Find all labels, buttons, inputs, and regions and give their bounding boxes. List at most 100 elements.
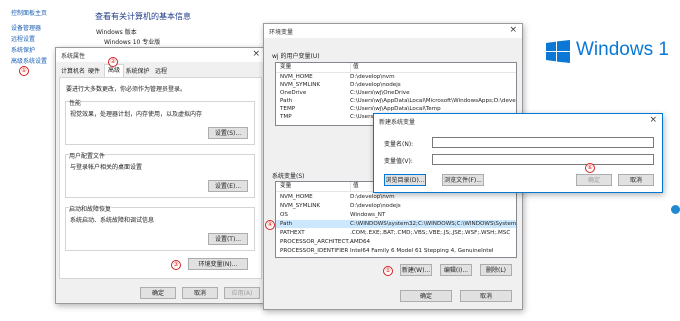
cell-value: D:\develop\nodejs	[350, 203, 401, 209]
user-table-header: 变量 值	[276, 63, 516, 73]
cell-value: C:\Users\wj\OneDrive	[350, 90, 410, 96]
table-row[interactable]: NVM_SYMLINK D:\develop\nodejs	[276, 81, 516, 89]
column-value: 值	[350, 182, 359, 191]
env-ok-button[interactable]: 确定	[400, 290, 452, 302]
newvar-cancel-button[interactable]: 取消	[618, 174, 654, 186]
control-panel-left-nav: 控制面板主页 设备管理器 远程设置 系统保护 高级系统设置 ①	[0, 0, 60, 321]
startup-title: 启动和故障恢复	[69, 204, 112, 213]
windows-logo: Windows 1	[540, 37, 680, 67]
column-variable: 变量	[280, 64, 292, 70]
cell-variable: NVM_SYMLINK	[280, 203, 321, 209]
variable-name-input[interactable]	[432, 137, 654, 148]
cell-variable: PATHEXT	[280, 230, 305, 236]
cell-value: C:\WINDOWS\system32;C:\WINDOWS;C:\WINDOW…	[350, 221, 517, 227]
system-properties-dialog: 系统属性 × 计算机名 硬件 高级 系统保护 远程 ② 要进行大多数更改，你必须…	[55, 47, 266, 304]
table-row-selected[interactable]: Path C:\WINDOWS\system32;C:\WINDOWS;C:\WI…	[276, 220, 516, 228]
browse-file-button[interactable]: 浏览文件(F)...	[442, 174, 484, 186]
table-row[interactable]: OneDrive C:\Users\wj\OneDrive	[276, 89, 516, 97]
system-variables-label: 系统变量(S)	[272, 173, 305, 180]
cell-variable: PROCESSOR_IDENTIFIER	[280, 248, 349, 254]
nav-link-protection[interactable]: 系统保护	[11, 45, 35, 54]
marker-1: ①	[19, 66, 29, 76]
performance-desc: 视觉效果，处理器计划，内存使用，以及虚拟内存	[70, 111, 203, 118]
newvar-ok-button[interactable]: 确定	[576, 174, 612, 186]
variable-name-label: 变量名(N):	[384, 141, 414, 148]
nav-link-home[interactable]: 控制面板主页	[11, 8, 47, 17]
tab-system-protection[interactable]: 系统保护	[124, 66, 151, 77]
table-row[interactable]: PROCESSOR_IDENTIFIER Intel64 Family 6 Mod…	[276, 247, 516, 255]
sysprop-ok-button[interactable]: 确定	[140, 287, 176, 299]
cell-variable: PROCESSOR_ARCHITECT...	[280, 239, 354, 245]
windows-flag-icon	[546, 40, 570, 63]
tab-hardware[interactable]: 硬件	[86, 66, 102, 77]
sysprop-apply-button[interactable]: 应用(A)	[224, 287, 260, 299]
cell-variable: TMP	[280, 114, 292, 120]
close-icon[interactable]: ×	[509, 25, 517, 35]
variable-value-input[interactable]	[432, 154, 654, 165]
nav-link-remote[interactable]: 远程设置	[11, 34, 35, 43]
env-cancel-button[interactable]: 取消	[460, 290, 512, 302]
cell-value: D:\develop\nodejs	[350, 82, 401, 88]
sysprop-cancel-button[interactable]: 取消	[182, 287, 218, 299]
tab-panel: 要进行大多数更改，你必须作为管理员登录。 性能 视觉效果，处理器计划，内存使用，…	[59, 77, 262, 279]
cell-value: AMD64	[350, 239, 371, 245]
cell-value: Windows_NT	[350, 212, 386, 218]
close-icon[interactable]: ×	[649, 115, 657, 125]
table-row[interactable]: TEMP C:\Users\wj\AppData\Local\Temp	[276, 105, 516, 113]
cell-variable: OS	[280, 212, 288, 218]
variable-value-label: 变量值(V):	[384, 158, 413, 165]
page-heading: 查看有关计算机的基本信息	[95, 12, 191, 21]
marker-2: ②	[108, 57, 118, 67]
table-row[interactable]: NVM_SYMLINK D:\develop\nodejs	[276, 202, 516, 210]
performance-title: 性能	[69, 98, 82, 107]
sysprop-titlebar: 系统属性 ×	[56, 48, 265, 62]
cell-variable: OneDrive	[280, 90, 307, 96]
tab-computer-name[interactable]: 计算机名	[61, 66, 85, 77]
marker-3: ③	[171, 260, 181, 270]
column-value: 值	[350, 63, 359, 72]
table-row[interactable]: PROCESSOR_ARCHITECT... AMD64	[276, 238, 516, 246]
nav-link-device-manager[interactable]: 设备管理器	[11, 23, 41, 32]
cell-value: C:\Users\wj\AppData\Local\Microsoft\Wind…	[350, 98, 517, 104]
profile-title: 用户配置文件	[69, 151, 106, 160]
table-row[interactable]: OS Windows_NT	[276, 211, 516, 219]
marker-4: ④	[265, 220, 275, 230]
performance-settings-button[interactable]: 设置(S)...	[208, 127, 248, 139]
close-icon[interactable]: ×	[252, 49, 260, 59]
table-row[interactable]: PATHEXT .COM;.EXE;.BAT;.CMD;.VBS;.VBE;.JS…	[276, 229, 516, 237]
new-system-variable-dialog: 新建系统变量 × 变量名(N): 变量值(V): ⑥ 浏览目录(D)... 浏览…	[373, 113, 663, 193]
cell-variable: Path	[280, 98, 293, 104]
windows-wordmark: Windows 1	[576, 39, 669, 60]
delete-variable-button[interactable]: 删除(L)	[480, 264, 512, 276]
edit-variable-button[interactable]: 编辑(I)...	[440, 264, 472, 276]
startup-settings-button[interactable]: 设置(T)...	[208, 233, 248, 245]
cell-variable: TEMP	[280, 106, 296, 112]
edition-label: Windows 版本	[96, 29, 137, 36]
profile-settings-button[interactable]: 设置(E)...	[208, 180, 248, 192]
marker-6: ⑥	[585, 163, 595, 173]
cell-value: .COM;.EXE;.BAT;.CMD;.VBS;.VBE;.JS;.JSE;.…	[350, 230, 511, 236]
side-icon	[671, 205, 680, 214]
marker-5: ⑤	[383, 266, 393, 276]
table-row[interactable]: NVM_HOME D:\develop\nvm	[276, 193, 516, 201]
user-variables-label: wj 的用户变量(U)	[272, 53, 320, 60]
nav-link-advanced[interactable]: 高级系统设置	[11, 56, 47, 65]
cell-variable: Path	[280, 221, 293, 227]
new-variable-button[interactable]: 新建(W)...	[400, 264, 432, 276]
sysprop-title: 系统属性	[61, 53, 86, 60]
cell-value: C:\Users\wj\AppData\Local\Temp	[350, 106, 441, 112]
env-titlebar: 环境变量 ×	[264, 24, 522, 38]
edition-value: Windows 10 专业版	[104, 39, 161, 46]
cell-value: D:\develop\nvm	[350, 194, 395, 200]
browse-directory-button[interactable]: 浏览目录(D)...	[384, 174, 426, 186]
cell-variable: NVM_HOME	[280, 74, 313, 80]
cell-value: Intel64 Family 6 Model 61 Stepping 4, Ge…	[350, 248, 494, 254]
startup-desc: 系统启动、系统故障和调试信息	[70, 217, 155, 224]
table-row[interactable]: Path C:\Users\wj\AppData\Local\Microsoft\…	[276, 97, 516, 105]
column-variable: 变量	[280, 183, 292, 189]
environment-variables-button[interactable]: 环境变量(N)...	[188, 258, 248, 270]
cell-variable: NVM_SYMLINK	[280, 82, 321, 88]
cell-value: D:\develop\nvm	[350, 74, 395, 80]
table-row[interactable]: NVM_HOME D:\develop\nvm	[276, 73, 516, 81]
tab-remote[interactable]: 远程	[153, 66, 169, 77]
